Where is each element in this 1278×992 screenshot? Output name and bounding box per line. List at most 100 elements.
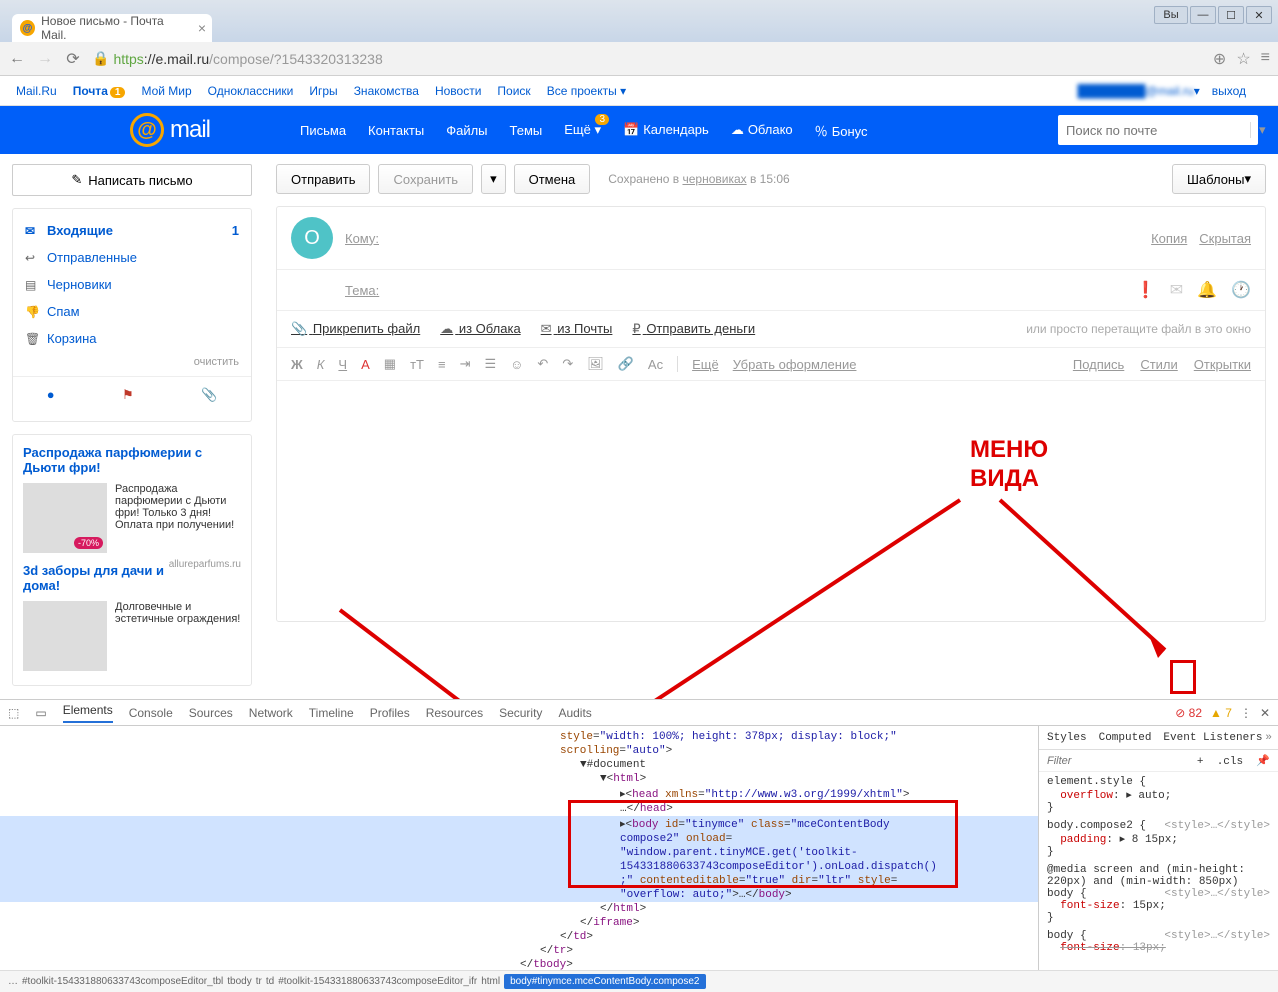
mail-logo[interactable]: @ mail xyxy=(130,113,210,147)
nav-search[interactable]: Поиск xyxy=(497,84,530,98)
emoji-icon[interactable]: ☺ xyxy=(510,357,523,372)
ad-image-2[interactable] xyxy=(23,601,107,671)
schedule-icon[interactable]: 🕐 xyxy=(1231,280,1251,300)
nav-mailru[interactable]: Mail.Ru xyxy=(16,84,57,98)
folder-sent[interactable]: ↩Отправленные xyxy=(13,244,251,271)
styles-filter[interactable] xyxy=(1047,755,1107,767)
devtools-tab-profiles[interactable]: Profiles xyxy=(370,706,410,720)
bcc-link[interactable]: Скрытая xyxy=(1199,231,1251,246)
elements-tree[interactable]: style="width: 100%; height: 378px; displ… xyxy=(0,726,1038,970)
undo-icon[interactable]: ↶ xyxy=(537,356,548,372)
address-bar[interactable]: 🔒 https ://e.mail.ru /compose/?154332031… xyxy=(92,50,1203,67)
indent-icon[interactable]: ⇥ xyxy=(460,356,471,372)
unread-filter[interactable]: ● xyxy=(47,387,55,403)
translit-icon[interactable]: Ас xyxy=(648,357,663,372)
folder-spam[interactable]: 👎Спам xyxy=(13,298,251,325)
image-icon[interactable]: 🖼 xyxy=(587,356,604,372)
devtools-menu-icon[interactable]: ⋮ xyxy=(1240,706,1252,720)
editor-more[interactable]: Ещё xyxy=(692,357,719,372)
cancel-button[interactable]: Отмена xyxy=(514,164,591,194)
reminder-icon[interactable]: 🔔 xyxy=(1197,280,1217,300)
ad-title-1[interactable]: Распродажа парфюмерии с Дьюти фри! xyxy=(23,445,241,475)
back-button[interactable]: ← xyxy=(8,50,26,68)
css-rules[interactable]: element.style { overflow: ▸ auto;} body.… xyxy=(1039,772,1278,970)
attach-cloud[interactable]: ☁ из Облака xyxy=(440,321,520,337)
nav-moimir[interactable]: Мой Мир xyxy=(141,84,191,98)
devtools-tab-resources[interactable]: Resources xyxy=(426,706,483,720)
nav-news[interactable]: Новости xyxy=(435,84,481,98)
folder-trash[interactable]: 🗑Корзина xyxy=(13,325,251,352)
devtools-tab-elements[interactable]: Elements xyxy=(63,703,113,723)
bold-icon[interactable]: Ж xyxy=(291,357,303,372)
menu-bonus[interactable]: ％Бонус xyxy=(815,121,868,140)
clear-link[interactable]: очистить xyxy=(13,352,251,372)
menu-cloud[interactable]: ☁Облако xyxy=(731,122,793,138)
cc-link[interactable]: Копия xyxy=(1151,231,1187,246)
devtools-tab-network[interactable]: Network xyxy=(249,706,293,720)
styles-link[interactable]: Стили xyxy=(1140,357,1177,372)
devtools-tab-sources[interactable]: Sources xyxy=(189,706,233,720)
signature-link[interactable]: Подпись xyxy=(1073,357,1124,372)
color-icon[interactable]: А xyxy=(361,357,370,372)
folder-inbox[interactable]: ✉Входящие1 xyxy=(13,217,251,244)
link-icon[interactable]: 🔗 xyxy=(618,356,634,372)
align-icon[interactable]: ≡ xyxy=(438,357,446,372)
search-dropdown-icon[interactable]: ▾ xyxy=(1250,122,1274,138)
cards-link[interactable]: Открытки xyxy=(1194,357,1251,372)
nav-pochta[interactable]: Почта1 xyxy=(73,84,126,98)
zoom-icon[interactable]: ⊕ xyxy=(1213,49,1226,69)
attach-file[interactable]: 📎 Прикрепить файл xyxy=(291,321,420,337)
devtools-close-icon[interactable]: ✕ xyxy=(1260,706,1270,720)
logout-link[interactable]: выход xyxy=(1212,84,1246,98)
window-minimize-button[interactable]: — xyxy=(1190,6,1216,24)
device-icon[interactable]: ▭ xyxy=(35,706,46,720)
nav-dating[interactable]: Знакомства xyxy=(354,84,419,98)
folder-drafts[interactable]: ▤Черновики xyxy=(13,271,251,298)
send-money[interactable]: ₽ Отправить деньги xyxy=(632,321,755,337)
new-rule-icon[interactable]: + xyxy=(1197,756,1204,768)
menu-calendar[interactable]: 📅Календарь xyxy=(623,122,709,138)
save-button[interactable]: Сохранить xyxy=(378,164,473,194)
attach-mail[interactable]: ✉ из Почты xyxy=(541,321,613,337)
pin-icon[interactable]: 📌 xyxy=(1256,756,1270,768)
devtools-tab-security[interactable]: Security xyxy=(499,706,542,720)
devtools-tab-audits[interactable]: Audits xyxy=(558,706,591,720)
priority-icon[interactable]: ❗ xyxy=(1136,280,1156,300)
drafts-link[interactable]: черновиках xyxy=(682,172,746,186)
italic-icon[interactable]: К xyxy=(317,357,325,372)
error-count[interactable]: ⊘ 82 xyxy=(1175,706,1202,720)
user-email[interactable]: ████████@mail.ru xyxy=(1077,84,1193,98)
devtools-tab-timeline[interactable]: Timeline xyxy=(309,706,354,720)
send-button[interactable]: Отправить xyxy=(276,164,370,194)
menu-letters[interactable]: Письма xyxy=(300,123,346,138)
save-dropdown[interactable]: ▾ xyxy=(481,164,506,194)
redo-icon[interactable]: ↷ xyxy=(562,356,573,372)
chrome-menu-icon[interactable]: ≡ xyxy=(1261,49,1270,69)
clear-format[interactable]: Убрать оформление xyxy=(733,357,857,372)
bookmark-icon[interactable]: ☆ xyxy=(1236,49,1250,69)
breadcrumb[interactable]: … #toolkit-154331880633743composeEditor_… xyxy=(0,970,1278,992)
flagged-filter[interactable]: ⚑ xyxy=(122,387,134,403)
bgcolor-icon[interactable]: ▦ xyxy=(384,356,396,372)
underline-icon[interactable]: Ч xyxy=(338,357,347,372)
nav-projects[interactable]: Все проекты ▾ xyxy=(547,84,626,98)
window-close-button[interactable]: ✕ xyxy=(1246,6,1272,24)
search-icon[interactable]: 🔍 xyxy=(1274,120,1278,140)
templates-button[interactable]: Шаблоны ▾ xyxy=(1172,164,1266,194)
search-input[interactable] xyxy=(1058,123,1250,138)
window-maximize-button[interactable]: ☐ xyxy=(1218,6,1244,24)
menu-themes[interactable]: Темы xyxy=(510,123,543,138)
nav-games[interactable]: Игры xyxy=(309,84,337,98)
cls-toggle[interactable]: .cls xyxy=(1217,756,1243,768)
menu-files[interactable]: Файлы xyxy=(446,123,487,138)
styles-more-icon[interactable]: » xyxy=(1265,732,1272,744)
reload-button[interactable]: ⟳ xyxy=(64,49,82,69)
devtools-tab-console[interactable]: Console xyxy=(129,706,173,720)
computed-tab[interactable]: Computed xyxy=(1099,732,1152,744)
fontsize-icon[interactable]: тТ xyxy=(410,357,424,372)
ad-image-1[interactable]: -70% xyxy=(23,483,107,553)
nav-ok[interactable]: Одноклассники xyxy=(208,84,294,98)
chrome-user-button[interactable]: Вы xyxy=(1154,6,1188,24)
search-box[interactable]: ▾ 🔍 xyxy=(1058,115,1258,145)
list-icon[interactable]: ☰ xyxy=(484,356,496,372)
